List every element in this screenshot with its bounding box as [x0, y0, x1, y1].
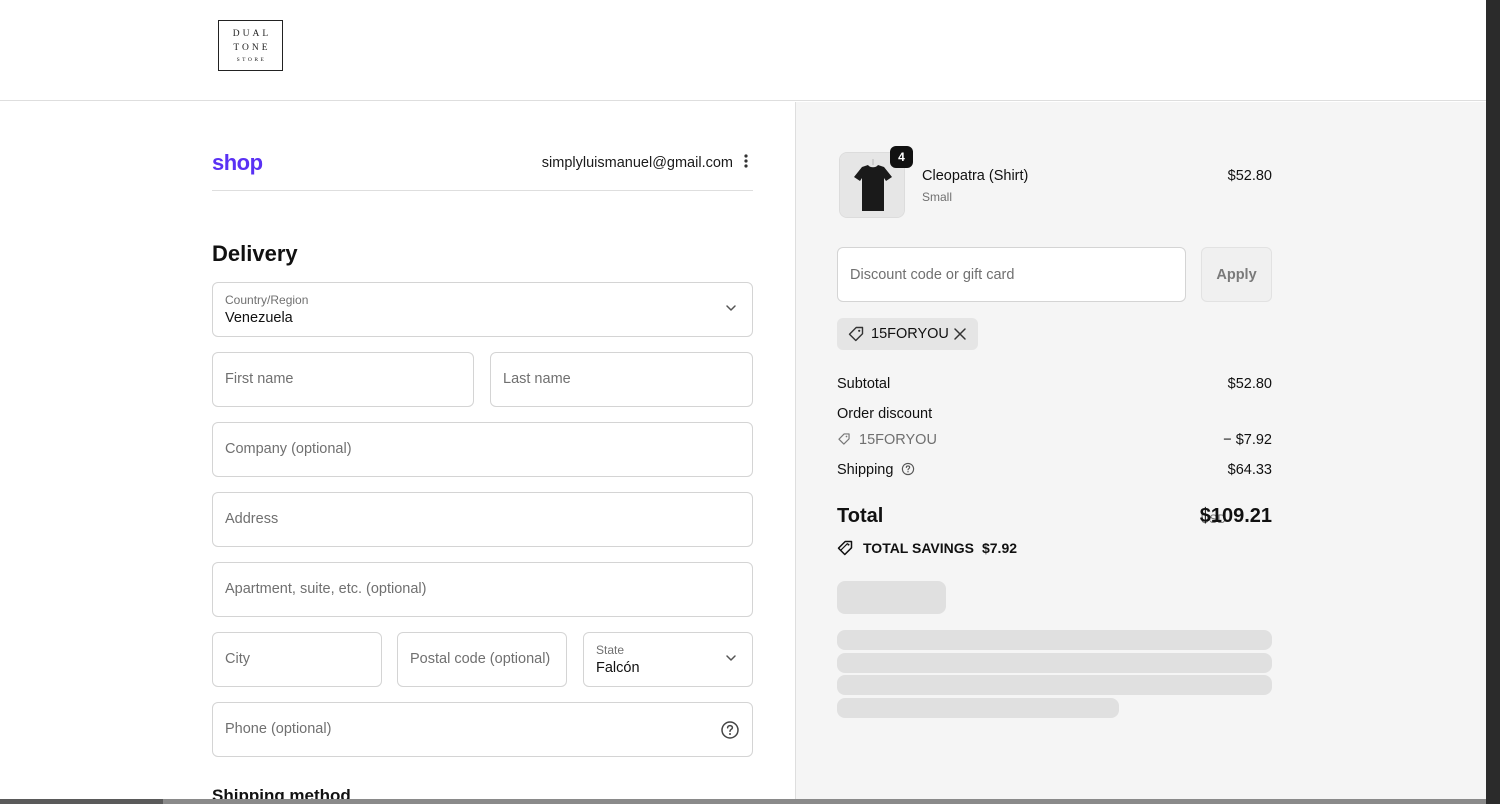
tag-icon: [848, 326, 864, 342]
horizontal-scrollbar[interactable]: [0, 799, 1486, 804]
order-discount-label: Order discount: [837, 406, 933, 422]
subtotal-value: $52.80: [1227, 376, 1272, 392]
shipping-label: Shipping: [837, 462, 894, 478]
kebab-icon[interactable]: [741, 154, 751, 172]
order-discount-row: Order discount: [837, 406, 1272, 422]
loading-skeleton: [837, 581, 946, 614]
shipping-method-heading: Shipping method: [212, 786, 351, 799]
country-select[interactable]: Country/Region Venezuela: [212, 282, 753, 337]
discount-code-input[interactable]: Discount code or gift card: [837, 247, 1186, 302]
country-value: Venezuela: [225, 310, 293, 326]
shipping-value: $64.33: [1227, 462, 1272, 478]
first-name-field[interactable]: First name: [212, 352, 474, 407]
subtotal-label: Subtotal: [837, 376, 891, 392]
loading-skeleton: [837, 653, 1272, 673]
loading-skeleton: [837, 630, 1272, 650]
logo-line-1: DUAL: [232, 28, 272, 39]
logo-line-2: TONE: [233, 42, 271, 53]
vertical-scrollbar[interactable]: [1486, 0, 1500, 804]
state-label: State: [596, 643, 625, 657]
apartment-placeholder: Apartment, suite, etc. (optional): [225, 581, 427, 597]
total-value: $109.21: [1199, 505, 1272, 527]
applied-discount-chip: 15FORYOU: [837, 318, 978, 350]
help-icon[interactable]: [901, 462, 915, 476]
apartment-field[interactable]: Apartment, suite, etc. (optional): [212, 562, 753, 617]
logo-line-3: STORE: [236, 56, 267, 63]
address-field[interactable]: Address: [212, 492, 753, 547]
quantity-badge: 4: [890, 146, 913, 168]
city-field[interactable]: City: [212, 632, 382, 687]
shop-pay-account-row: shop simplyluismanuel@gmail.com: [212, 150, 753, 191]
scrollbar-thumb[interactable]: [163, 799, 1486, 804]
applied-code-text: 15FORYOU: [871, 326, 949, 342]
savings-label: TOTAL SAVINGS: [863, 540, 974, 556]
help-icon[interactable]: [720, 720, 740, 740]
product-variant: Small: [922, 190, 953, 204]
shipping-row: Shipping $64.33: [837, 462, 1272, 478]
state-value: Falcón: [596, 660, 640, 676]
order-summary-panel: 4 Cleopatra (Shirt) Small $52.80 Discoun…: [795, 102, 1486, 799]
product-name: Cleopatra (Shirt): [922, 168, 1029, 184]
chevron-down-icon: [726, 655, 736, 661]
total-savings: TOTAL SAVINGS $7.92: [837, 539, 1017, 557]
first-name-placeholder: First name: [225, 371, 294, 387]
state-select[interactable]: State Falcón: [583, 632, 753, 687]
phone-field[interactable]: Phone (optional): [212, 702, 753, 757]
last-name-placeholder: Last name: [503, 371, 571, 387]
chevron-down-icon: [726, 305, 736, 311]
apply-discount-button[interactable]: Apply: [1201, 247, 1272, 302]
loading-skeleton: [837, 698, 1119, 718]
discount-code-label: 15FORYOU: [859, 432, 937, 448]
discount-placeholder: Discount code or gift card: [850, 267, 1015, 283]
company-placeholder: Company (optional): [225, 441, 352, 457]
tag-icon: [837, 540, 853, 556]
discount-value: − $7.92: [1223, 432, 1272, 448]
shop-pay-logo: shop: [212, 150, 263, 175]
product-price: $52.80: [1227, 168, 1272, 184]
savings-value: $7.92: [981, 540, 1018, 556]
last-name-field[interactable]: Last name: [490, 352, 753, 407]
tag-icon: [838, 433, 850, 445]
close-icon[interactable]: [953, 327, 967, 341]
account-email: simplyluismanuel@gmail.com: [541, 155, 733, 171]
subtotal-row: Subtotal $52.80: [837, 376, 1272, 392]
total-label: Total: [837, 505, 884, 527]
postal-code-placeholder: Postal code (optional): [410, 651, 551, 667]
store-logo[interactable]: DUAL TONE STORE: [218, 20, 283, 71]
phone-placeholder: Phone (optional): [225, 721, 332, 737]
address-placeholder: Address: [225, 511, 279, 527]
store-header: DUAL TONE STORE: [0, 0, 1486, 101]
discount-code-row: 15FORYOU − $7.92: [837, 432, 1272, 448]
country-label: Country/Region: [225, 293, 309, 307]
company-field[interactable]: Company (optional): [212, 422, 753, 477]
loading-skeleton: [837, 675, 1272, 695]
checkout-form-panel: shop simplyluismanuel@gmail.com Delivery…: [0, 102, 795, 799]
delivery-heading: Delivery: [212, 241, 298, 266]
city-placeholder: City: [225, 651, 250, 667]
postal-code-field[interactable]: Postal code (optional): [397, 632, 567, 687]
